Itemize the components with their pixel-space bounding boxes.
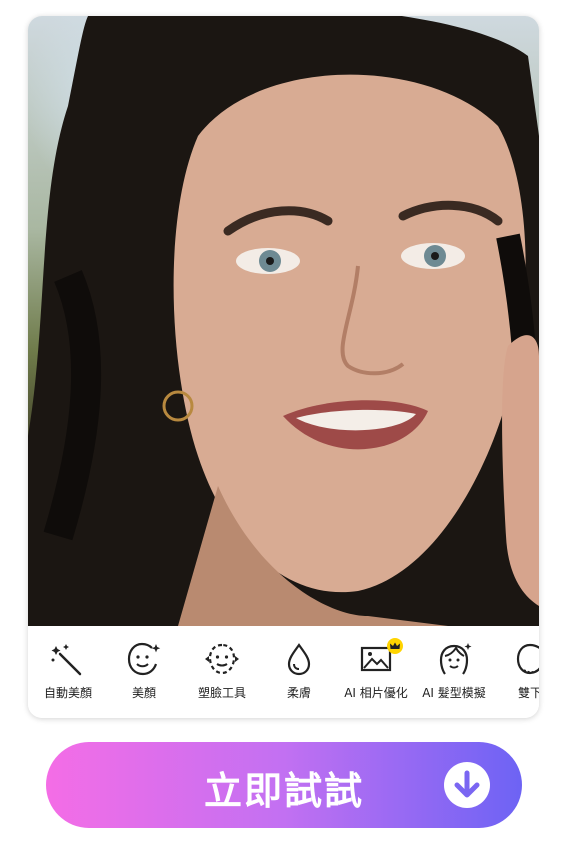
tool-label: 柔膚 — [286, 686, 311, 700]
tool-label: 美顏 — [131, 686, 156, 700]
try-now-button[interactable]: 立即試試 — [46, 742, 522, 828]
tool-soften-skin[interactable]: 柔膚 — [259, 642, 339, 701]
tool-label: 自動美顏 — [43, 686, 92, 700]
tool-ai-hairstyle[interactable]: AI 髮型模擬 — [414, 642, 494, 701]
tool-face-reshape[interactable]: 塑臉工具 — [182, 642, 262, 701]
tool-label: 雙下 — [517, 686, 539, 700]
tool-auto-beauty[interactable]: 自動美顏 — [28, 642, 108, 701]
portrait-photo — [28, 16, 539, 626]
double-chin-icon — [516, 643, 539, 675]
download-arrow-icon — [444, 762, 490, 808]
face-sparkle-icon — [127, 642, 161, 676]
tool-label: AI 髮型模擬 — [422, 686, 486, 700]
magic-wand-icon — [51, 644, 82, 676]
crown-icon — [387, 638, 403, 654]
hairstyle-icon — [439, 643, 472, 675]
photo-card: 自動美顏 美顏 塑臉工具 柔膚 AI 相片優化 AI 髮型模擬 雙下 — [28, 16, 539, 718]
tool-label: AI 相片優化 — [344, 686, 408, 700]
tool-beauty[interactable]: 美顏 — [104, 642, 184, 701]
tool-double-chin[interactable]: 雙下 — [490, 642, 539, 701]
tool-bar: 自動美顏 美顏 塑臉工具 柔膚 AI 相片優化 AI 髮型模擬 雙下 — [28, 626, 539, 718]
face-reshape-icon — [205, 643, 239, 675]
tool-label: 塑臉工具 — [197, 686, 246, 700]
tool-ai-photo-enhance[interactable]: AI 相片優化 — [336, 638, 416, 701]
droplet-icon — [287, 643, 311, 676]
